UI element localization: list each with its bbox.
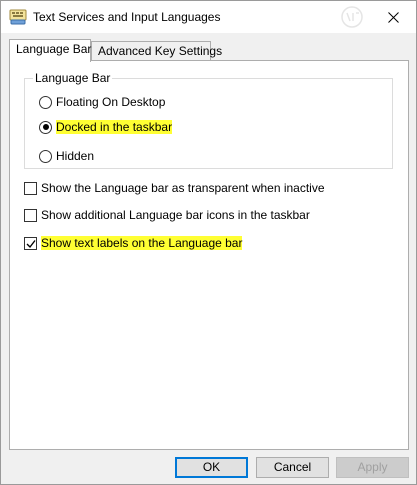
checkmark-icon <box>26 239 36 248</box>
checkbox[interactable] <box>24 208 37 222</box>
watermark-logo-icon <box>341 6 363 28</box>
apply-button[interactable]: Apply <box>336 457 409 478</box>
radio-label: Hidden <box>56 149 95 163</box>
radio-floating-on-desktop[interactable]: Floating On Desktop <box>39 94 165 110</box>
tab-panel-language-bar: Language Bar Floating On Desktop Docked … <box>9 60 409 450</box>
cancel-button[interactable]: Cancel <box>256 457 329 478</box>
radio-label: Floating On Desktop <box>56 95 166 109</box>
radio-label: Docked in the taskbar <box>56 120 173 134</box>
title-bar[interactable]: Text Services and Input Languages <box>1 1 416 33</box>
tab-language-bar[interactable]: Language Bar <box>9 39 91 62</box>
ok-button[interactable]: OK <box>175 457 248 478</box>
checkbox-label: Show text labels on the Language bar <box>41 236 243 250</box>
radio-docked-in-taskbar[interactable]: Docked in the taskbar <box>39 119 173 135</box>
checkbox-label: Show the Language bar as transparent whe… <box>41 181 325 195</box>
checkbox-show-text-labels[interactable]: Show text labels on the Language bar <box>24 235 243 251</box>
keyboard-app-icon <box>9 9 27 25</box>
checkbox-additional-icons[interactable]: Show additional Language bar icons in th… <box>24 207 310 223</box>
language-bar-group: Language Bar Floating On Desktop Docked … <box>24 71 393 169</box>
radio-hidden[interactable]: Hidden <box>39 148 94 164</box>
radio-button-selected[interactable] <box>39 120 52 134</box>
group-title: Language Bar <box>33 71 113 85</box>
checkbox-checked[interactable] <box>24 236 37 250</box>
tab-advanced-key-settings[interactable]: Advanced Key Settings <box>91 41 222 61</box>
checkbox[interactable] <box>24 181 37 195</box>
dialog-window: Text Services and Input Languages Langua… <box>0 0 417 485</box>
button-bar: OK Cancel Apply <box>1 450 416 484</box>
radio-button[interactable] <box>39 149 52 163</box>
window-title: Text Services and Input Languages <box>33 10 221 24</box>
radio-button[interactable] <box>39 95 52 109</box>
checkbox-label: Show additional Language bar icons in th… <box>41 208 310 222</box>
checkbox-transparent-when-inactive[interactable]: Show the Language bar as transparent whe… <box>24 180 325 196</box>
close-icon <box>387 11 399 23</box>
close-button[interactable] <box>370 1 416 33</box>
